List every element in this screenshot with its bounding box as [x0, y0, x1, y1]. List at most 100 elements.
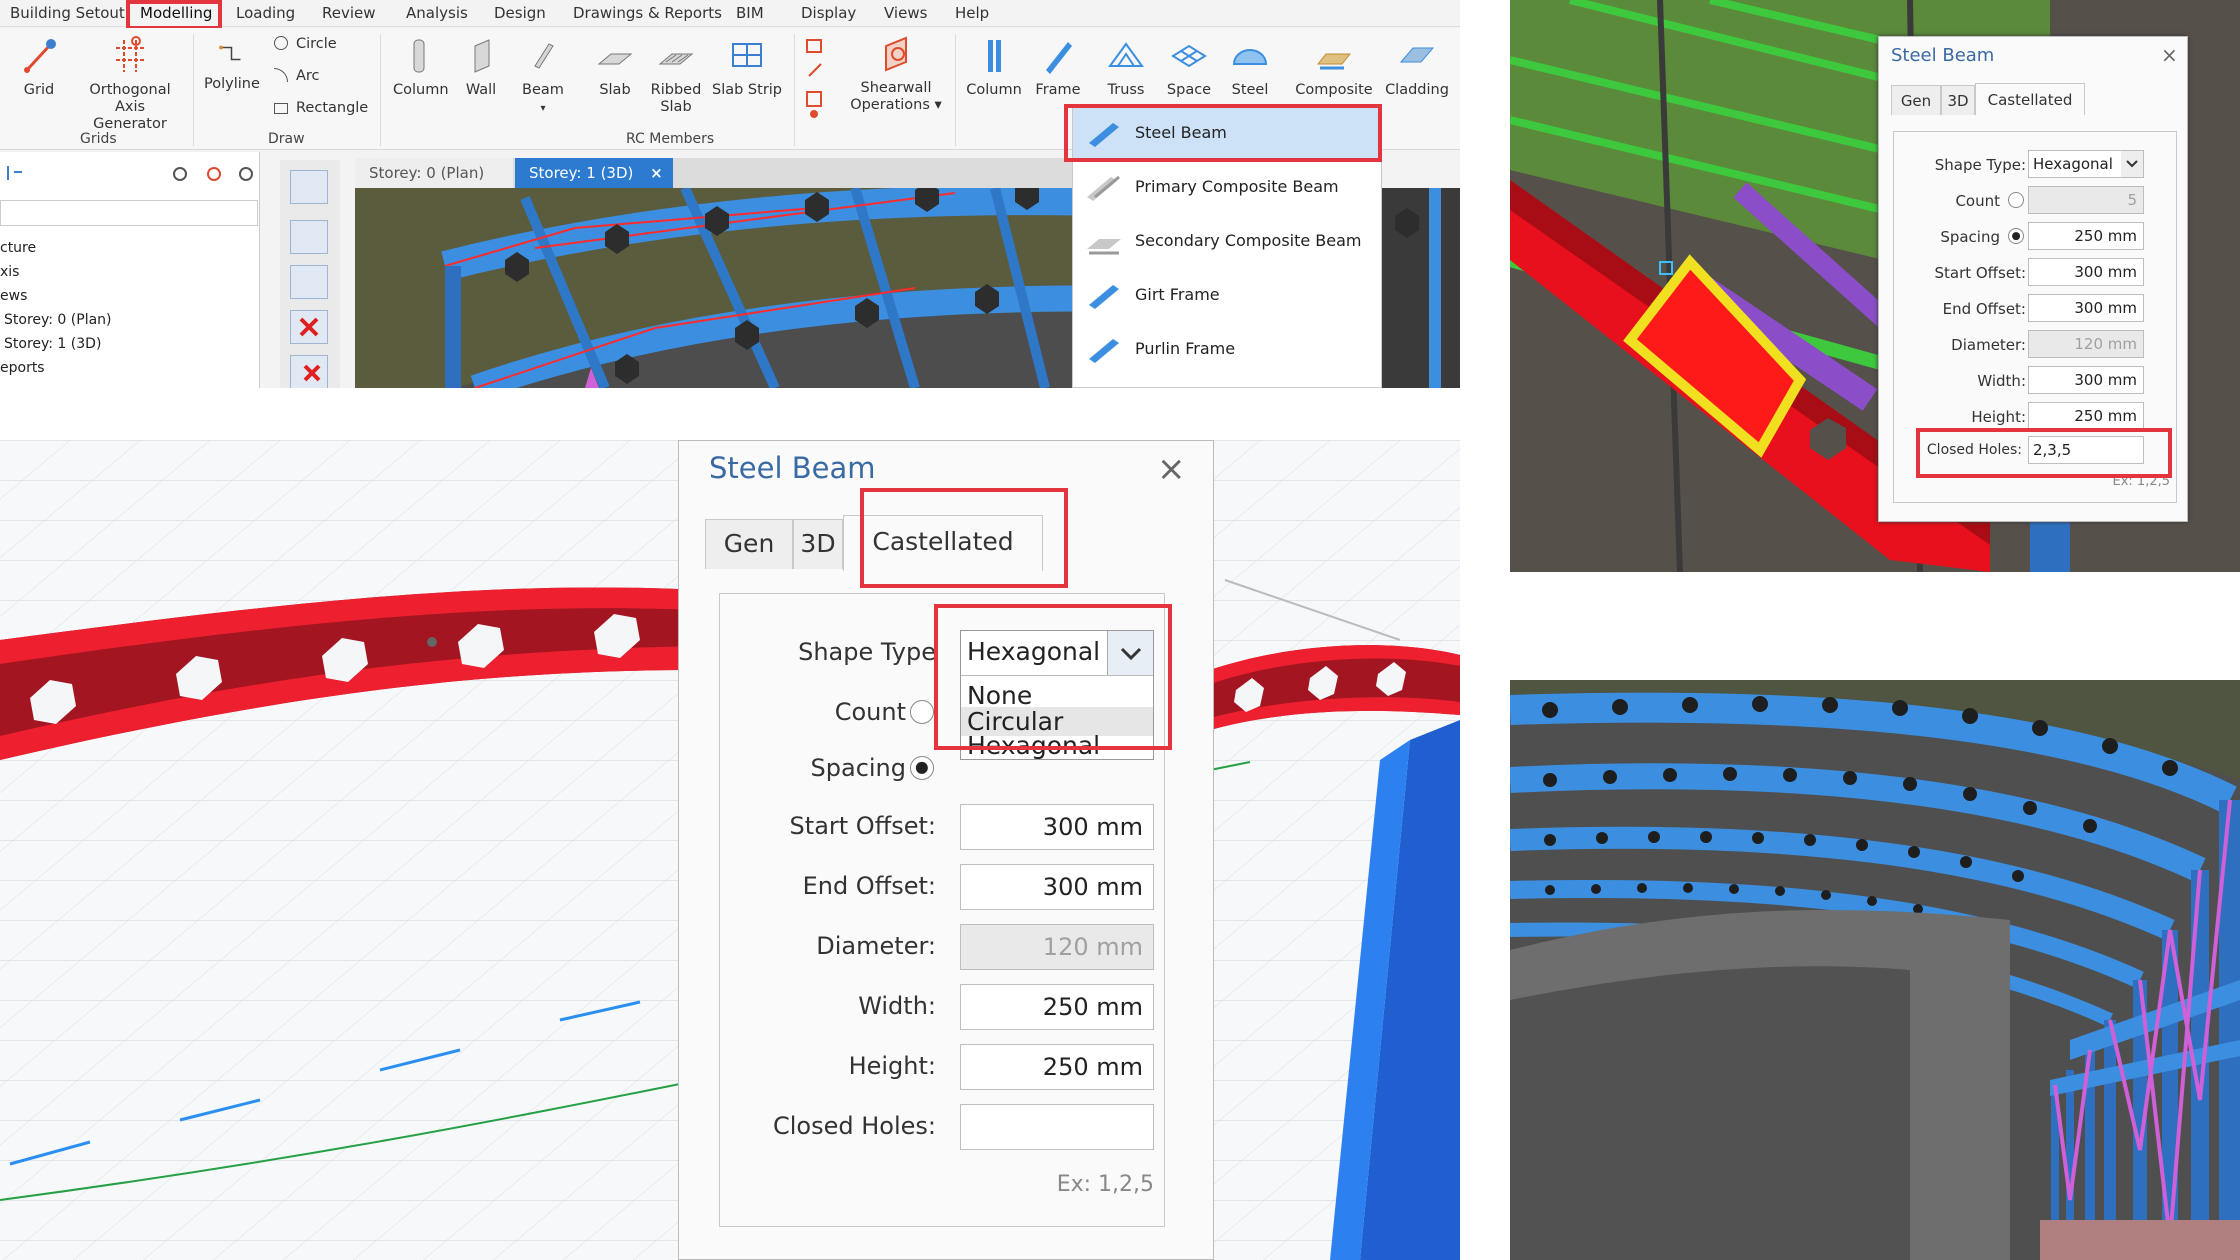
grid-button[interactable]: Grid	[16, 36, 62, 99]
tab-storey-0-plan[interactable]: Storey: 0 (Plan)	[355, 158, 513, 188]
small-spacing-radio[interactable]	[2008, 228, 2024, 244]
small-tab-castellated[interactable]: Castellated	[1975, 83, 2085, 115]
tree-toolbar-icons[interactable]	[4, 162, 254, 188]
slab-button[interactable]: Slab	[590, 36, 640, 99]
shape-option-none[interactable]: None	[967, 681, 1032, 710]
display-tool-button[interactable]	[290, 220, 328, 254]
steel-column-button[interactable]: Column	[966, 36, 1022, 99]
tab-3d[interactable]: 3D	[793, 519, 843, 569]
menu-item-secondary-composite-beam[interactable]: Secondary Composite Beam	[1073, 215, 1381, 267]
beam-button[interactable]: Beam ▾	[516, 36, 570, 117]
purlin-frame-icon	[1089, 339, 1119, 363]
shape-option-hexagonal[interactable]: Hexagonal	[967, 731, 1100, 759]
menu-bim[interactable]: BIM	[736, 4, 764, 22]
tab-close-icon[interactable]: ×	[650, 164, 663, 182]
closed-holes-input[interactable]	[960, 1104, 1154, 1150]
space-frame-button[interactable]: Space	[1160, 36, 1218, 99]
dialog-title: Steel Beam	[709, 451, 876, 485]
height-input[interactable]: 250 mm	[960, 1044, 1154, 1090]
small-spacing-label: Spacing	[1940, 228, 2000, 246]
tree-item-storey-1[interactable]: Storey: 1 (3D)	[4, 336, 101, 352]
menu-views[interactable]: Views	[884, 4, 927, 22]
group-label-grids: Grids	[80, 131, 117, 147]
small-height-label: Height:	[1971, 408, 2026, 426]
slab-icon	[597, 53, 633, 65]
shape-type-selected-value: Hexagonal	[967, 637, 1101, 666]
menu-item-primary-composite-beam[interactable]: Primary Composite Beam	[1073, 161, 1381, 213]
tree-item-structure[interactable]: cture	[0, 240, 36, 256]
menu-loading[interactable]: Loading	[236, 4, 295, 22]
menu-item-steel-beam[interactable]: Steel Beam	[1073, 107, 1381, 159]
ribbed-slab-button[interactable]: Ribbed Slab	[650, 36, 702, 116]
small-start-offset-input[interactable]: 300 mm	[2028, 258, 2144, 286]
shape-type-select[interactable]: Hexagonal None Circular Hexagonal	[960, 630, 1154, 760]
tree-item-reports[interactable]: eports	[0, 360, 45, 376]
small-dialog-close-icon[interactable]: ×	[2161, 43, 2178, 67]
small-shape-type-select[interactable]: Hexagonal	[2028, 150, 2144, 178]
steel-dome-button[interactable]: Steel	[1222, 36, 1278, 99]
small-start-offset-label: Start Offset:	[1934, 264, 2026, 282]
truss-button[interactable]: Truss	[1098, 36, 1154, 99]
menu-analysis[interactable]: Analysis	[406, 4, 468, 22]
frame-button[interactable]: Frame	[1030, 36, 1086, 99]
menu-item-purlin-frame[interactable]: Purlin Frame	[1073, 323, 1381, 375]
width-input[interactable]: 250 mm	[960, 984, 1154, 1030]
small-spacing-input[interactable]: 250 mm	[2028, 222, 2144, 250]
orthogonal-axis-generator-button[interactable]: Orthogonal Axis Generator	[82, 36, 178, 133]
rc-tools-icons	[806, 39, 822, 118]
column-button[interactable]: Column	[393, 36, 449, 99]
small-end-offset-input[interactable]: 300 mm	[2028, 294, 2144, 322]
tree-item-axis[interactable]: xis	[0, 264, 19, 280]
small-tab-gen[interactable]: Gen	[1891, 85, 1941, 115]
tab-castellated[interactable]: Castellated	[843, 515, 1043, 571]
spacing-radio[interactable]	[910, 756, 934, 780]
cladding-button[interactable]: Cladding	[1384, 36, 1450, 99]
width-label: Width:	[858, 992, 936, 1020]
small-width-input[interactable]: 300 mm	[2028, 366, 2144, 394]
diameter-input: 120 mm	[960, 924, 1154, 970]
menu-item-girt-frame[interactable]: Girt Frame	[1073, 269, 1381, 321]
end-offset-input[interactable]: 300 mm	[960, 864, 1154, 910]
tree-search-input[interactable]	[0, 200, 258, 226]
menu-building-setout[interactable]: Building Setout	[10, 4, 125, 22]
rectangle-button[interactable]: Rectangle	[274, 100, 368, 116]
small-height-input[interactable]: 250 mm	[2028, 402, 2144, 430]
slab-strip-button[interactable]: Slab Strip	[712, 36, 782, 99]
tab-storey-1-3d[interactable]: Storey: 1 (3D) ×	[515, 158, 673, 188]
shape-type-dropdown-button[interactable]	[1107, 631, 1153, 675]
tree-item-views[interactable]: ews	[0, 288, 27, 304]
polyline-button[interactable]: Polyline	[204, 40, 260, 93]
menu-drawings-reports[interactable]: Drawings & Reports	[573, 4, 722, 22]
small-tab-3d[interactable]: 3D	[1941, 85, 1975, 115]
tab-gen[interactable]: Gen	[705, 519, 793, 569]
circle-button[interactable]: Circle	[274, 36, 337, 52]
start-offset-input[interactable]: 300 mm	[960, 804, 1154, 850]
rc-tools-column[interactable]	[800, 36, 830, 125]
shearwall-operations-button[interactable]: Shearwall Operations ▾	[846, 34, 946, 114]
delete-tool-button[interactable]	[290, 310, 328, 344]
composite-button[interactable]: Composite	[1290, 36, 1378, 99]
small-closed-holes-label: Closed Holes:	[1926, 442, 2022, 458]
space-frame-icon	[1171, 44, 1207, 68]
menu-design[interactable]: Design	[494, 4, 546, 22]
menu-display[interactable]: Display	[801, 4, 856, 22]
menu-bar: Building Setout Modelling Loading Review…	[0, 0, 1460, 27]
delete-tool-button-2[interactable]	[290, 355, 328, 388]
list-tool-button[interactable]	[290, 265, 328, 299]
cladding-icon	[1399, 47, 1435, 63]
menu-help[interactable]: Help	[955, 4, 989, 22]
menu-modelling[interactable]: Modelling	[140, 4, 212, 22]
menu-review[interactable]: Review	[322, 4, 376, 22]
dialog-close-icon[interactable]: ×	[1157, 449, 1186, 489]
tree-item-storey-0[interactable]: Storey: 0 (Plan)	[4, 312, 112, 328]
small-closed-holes-input[interactable]: 2,3,5	[2028, 436, 2144, 464]
group-label-rc-members: RC Members	[626, 131, 715, 147]
shape-type-label: Shape Type	[798, 638, 936, 666]
layers-tool-button[interactable]	[290, 170, 328, 204]
small-count-radio[interactable]	[2008, 192, 2024, 208]
vertical-toolbar	[280, 160, 340, 388]
wall-button[interactable]: Wall	[456, 36, 506, 99]
closed-holes-panel: Steel Beam × Gen 3D Castellated Shape Ty…	[1510, 0, 2240, 572]
count-radio[interactable]	[910, 700, 934, 724]
arc-button[interactable]: Arc	[274, 68, 320, 84]
